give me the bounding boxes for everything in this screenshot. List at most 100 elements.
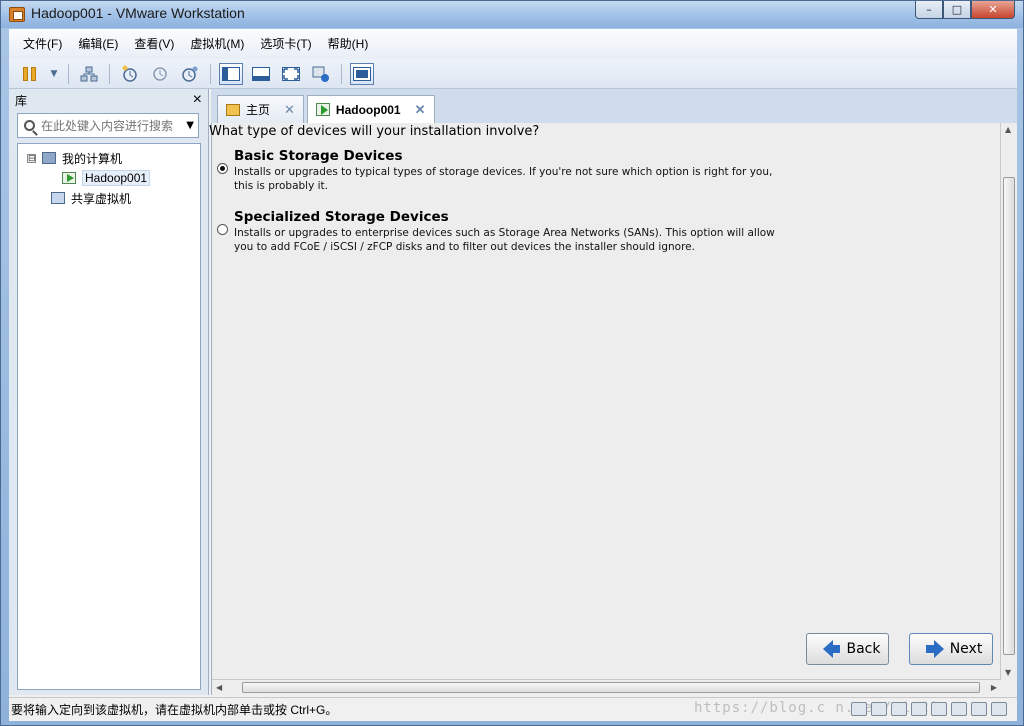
tab-hadoop001-close-icon[interactable]: ✕ [415,102,426,118]
status-bar: 要将输入定向到该虚拟机，请在虚拟机内部单击或按 Ctrl+G。 https://… [9,697,1017,721]
library-search-input[interactable] [41,118,175,133]
back-button-label: Back [846,641,881,657]
specialized-storage-description: Installs or upgrades to enterprise devic… [234,226,834,254]
menu-tabs[interactable]: 选项卡(T) [252,29,319,59]
vertical-scrollbar[interactable]: ▲ ▼ [1000,123,1017,679]
specialized-storage-desc-line1: Installs or upgrades to enterprise devic… [234,227,775,239]
tree-label-hadoop001: Hadoop001 [82,170,151,186]
toolbar-separator [109,63,110,84]
cd-dvd-icon[interactable] [871,702,887,716]
scroll-left-arrow-icon[interactable]: ◀ [216,683,222,692]
unity-button[interactable] [309,63,333,85]
scroll-right-arrow-icon[interactable]: ▶ [991,683,997,692]
tree-node-hadoop001[interactable]: Hadoop001 [18,168,200,188]
take-snapshot-button[interactable] [118,63,142,85]
running-vm-icon [62,172,76,184]
thumbnail-bar-button[interactable] [249,63,273,85]
library-header: 库 × [9,89,208,111]
home-icon [226,103,240,116]
maximize-button[interactable]: □ [943,1,971,19]
tab-hadoop001[interactable]: Hadoop001 ✕ [306,95,435,123]
app-client: 文件(F) 编辑(E) 查看(V) 虚拟机(M) 选项卡(T) 帮助(H) ▼ [9,29,1017,721]
snapshot-icon [122,65,137,82]
close-button[interactable]: ✕ [971,1,1015,19]
tab-home-close-icon[interactable]: ✕ [284,102,295,118]
next-button[interactable]: Next [909,633,993,665]
main-pane: 主页 ✕ Hadoop001 ✕ What type of devices wi… [209,89,1017,695]
library-view-icon [222,66,240,81]
display-icon[interactable] [971,702,987,716]
tree-label-shared-vms: 共享虚拟机 [71,191,132,206]
scroll-up-arrow-icon[interactable]: ▲ [1005,125,1011,134]
full-screen-button[interactable] [279,63,303,85]
pause-button[interactable] [18,63,42,85]
library-title: 库 [15,93,28,108]
usb-controller-icon[interactable] [911,702,927,716]
basic-storage-title[interactable]: Basic Storage Devices [234,148,403,164]
title-bar[interactable]: Hadoop001 - VMware Workstation – □ ✕ [1,1,1023,28]
device-status-icons [851,702,1007,716]
next-button-label: Next [949,641,983,657]
basic-storage-desc-line1: Installs or upgrades to typical types of… [234,166,773,178]
snapshot-manager-button[interactable] [178,63,202,85]
menu-view[interactable]: 查看(V) [126,29,182,59]
printer-icon[interactable] [951,702,967,716]
basic-storage-desc-line2: this is probably it. [234,180,329,192]
hard-disk-icon[interactable] [851,702,867,716]
pause-icon [23,66,37,81]
menu-vm[interactable]: 虚拟机(M) [182,29,252,59]
vmware-window: Hadoop001 - VMware Workstation – □ ✕ 文件(… [0,0,1024,726]
tab-home[interactable]: 主页 ✕ [217,95,304,123]
menu-file[interactable]: 文件(F) [15,29,70,59]
basic-storage-description: Installs or upgrades to typical types of… [234,165,834,193]
toolbar-separator [68,63,69,84]
network-adapter-icon[interactable] [891,702,907,716]
search-icon [24,120,35,131]
send-ctrl-alt-del-button[interactable] [77,63,101,85]
library-close-icon[interactable]: × [193,91,202,109]
full-screen-icon [282,66,300,81]
toolbar: ▼ [9,59,1017,89]
sound-card-icon[interactable] [931,702,947,716]
menu-help[interactable]: 帮助(H) [320,29,377,59]
guest-console[interactable]: What type of devices will your installat… [209,123,1017,695]
revert-icon [153,66,167,81]
minimize-button[interactable]: – [915,1,943,19]
vmware-app-icon [9,7,25,22]
snapshot-manager-icon [182,66,198,82]
specialized-storage-radio[interactable] [217,224,228,235]
back-button[interactable]: Back [806,633,889,665]
network-icon [80,66,98,81]
library-pane: 库 × ▼ ⊟ 我的计算机 Hadoop001 [9,89,209,695]
horizontal-scroll-thumb[interactable] [242,682,980,693]
status-message: 要将输入定向到该虚拟机，请在虚拟机内部单击或按 Ctrl+G。 [11,703,338,717]
shared-vm-icon [51,192,65,204]
installer-question: What type of devices will your installat… [209,124,540,139]
tree-node-my-computer[interactable]: ⊟ 我的计算机 [18,148,200,168]
chevron-down-icon[interactable]: ▼ [186,120,194,131]
library-search[interactable]: ▼ [17,113,199,138]
message-log-icon[interactable] [991,702,1007,716]
console-view-icon [353,66,371,81]
console-view-button[interactable] [350,62,374,85]
toolbar-separator [341,63,342,84]
specialized-storage-desc-line2: you to add FCoE / iSCSI / zFCP disks and… [234,241,695,253]
revert-snapshot-button[interactable] [148,63,172,85]
tree-node-shared-vms[interactable]: 共享虚拟机 [18,188,200,208]
specialized-storage-title[interactable]: Specialized Storage Devices [234,209,449,225]
show-library-button[interactable] [219,62,243,85]
tab-bar: 主页 ✕ Hadoop001 ✕ [217,95,435,123]
vertical-scroll-thumb[interactable] [1003,177,1015,655]
basic-storage-radio[interactable] [217,163,228,174]
unity-icon [312,66,329,82]
horizontal-scrollbar[interactable]: ◀ ▶ [212,679,1001,695]
library-tree: ⊟ 我的计算机 Hadoop001 共享虚拟机 [17,143,201,690]
menu-bar: 文件(F) 编辑(E) 查看(V) 虚拟机(M) 选项卡(T) 帮助(H) [9,29,1017,59]
collapse-icon[interactable]: ⊟ [27,153,36,163]
menu-edit[interactable]: 编辑(E) [70,29,126,59]
power-dropdown-button[interactable]: ▼ [48,63,60,85]
toolbar-separator [210,63,211,84]
tree-label-my-computer: 我的计算机 [62,151,123,166]
scroll-down-arrow-icon[interactable]: ▼ [1005,668,1011,677]
next-arrow-icon [925,640,944,658]
